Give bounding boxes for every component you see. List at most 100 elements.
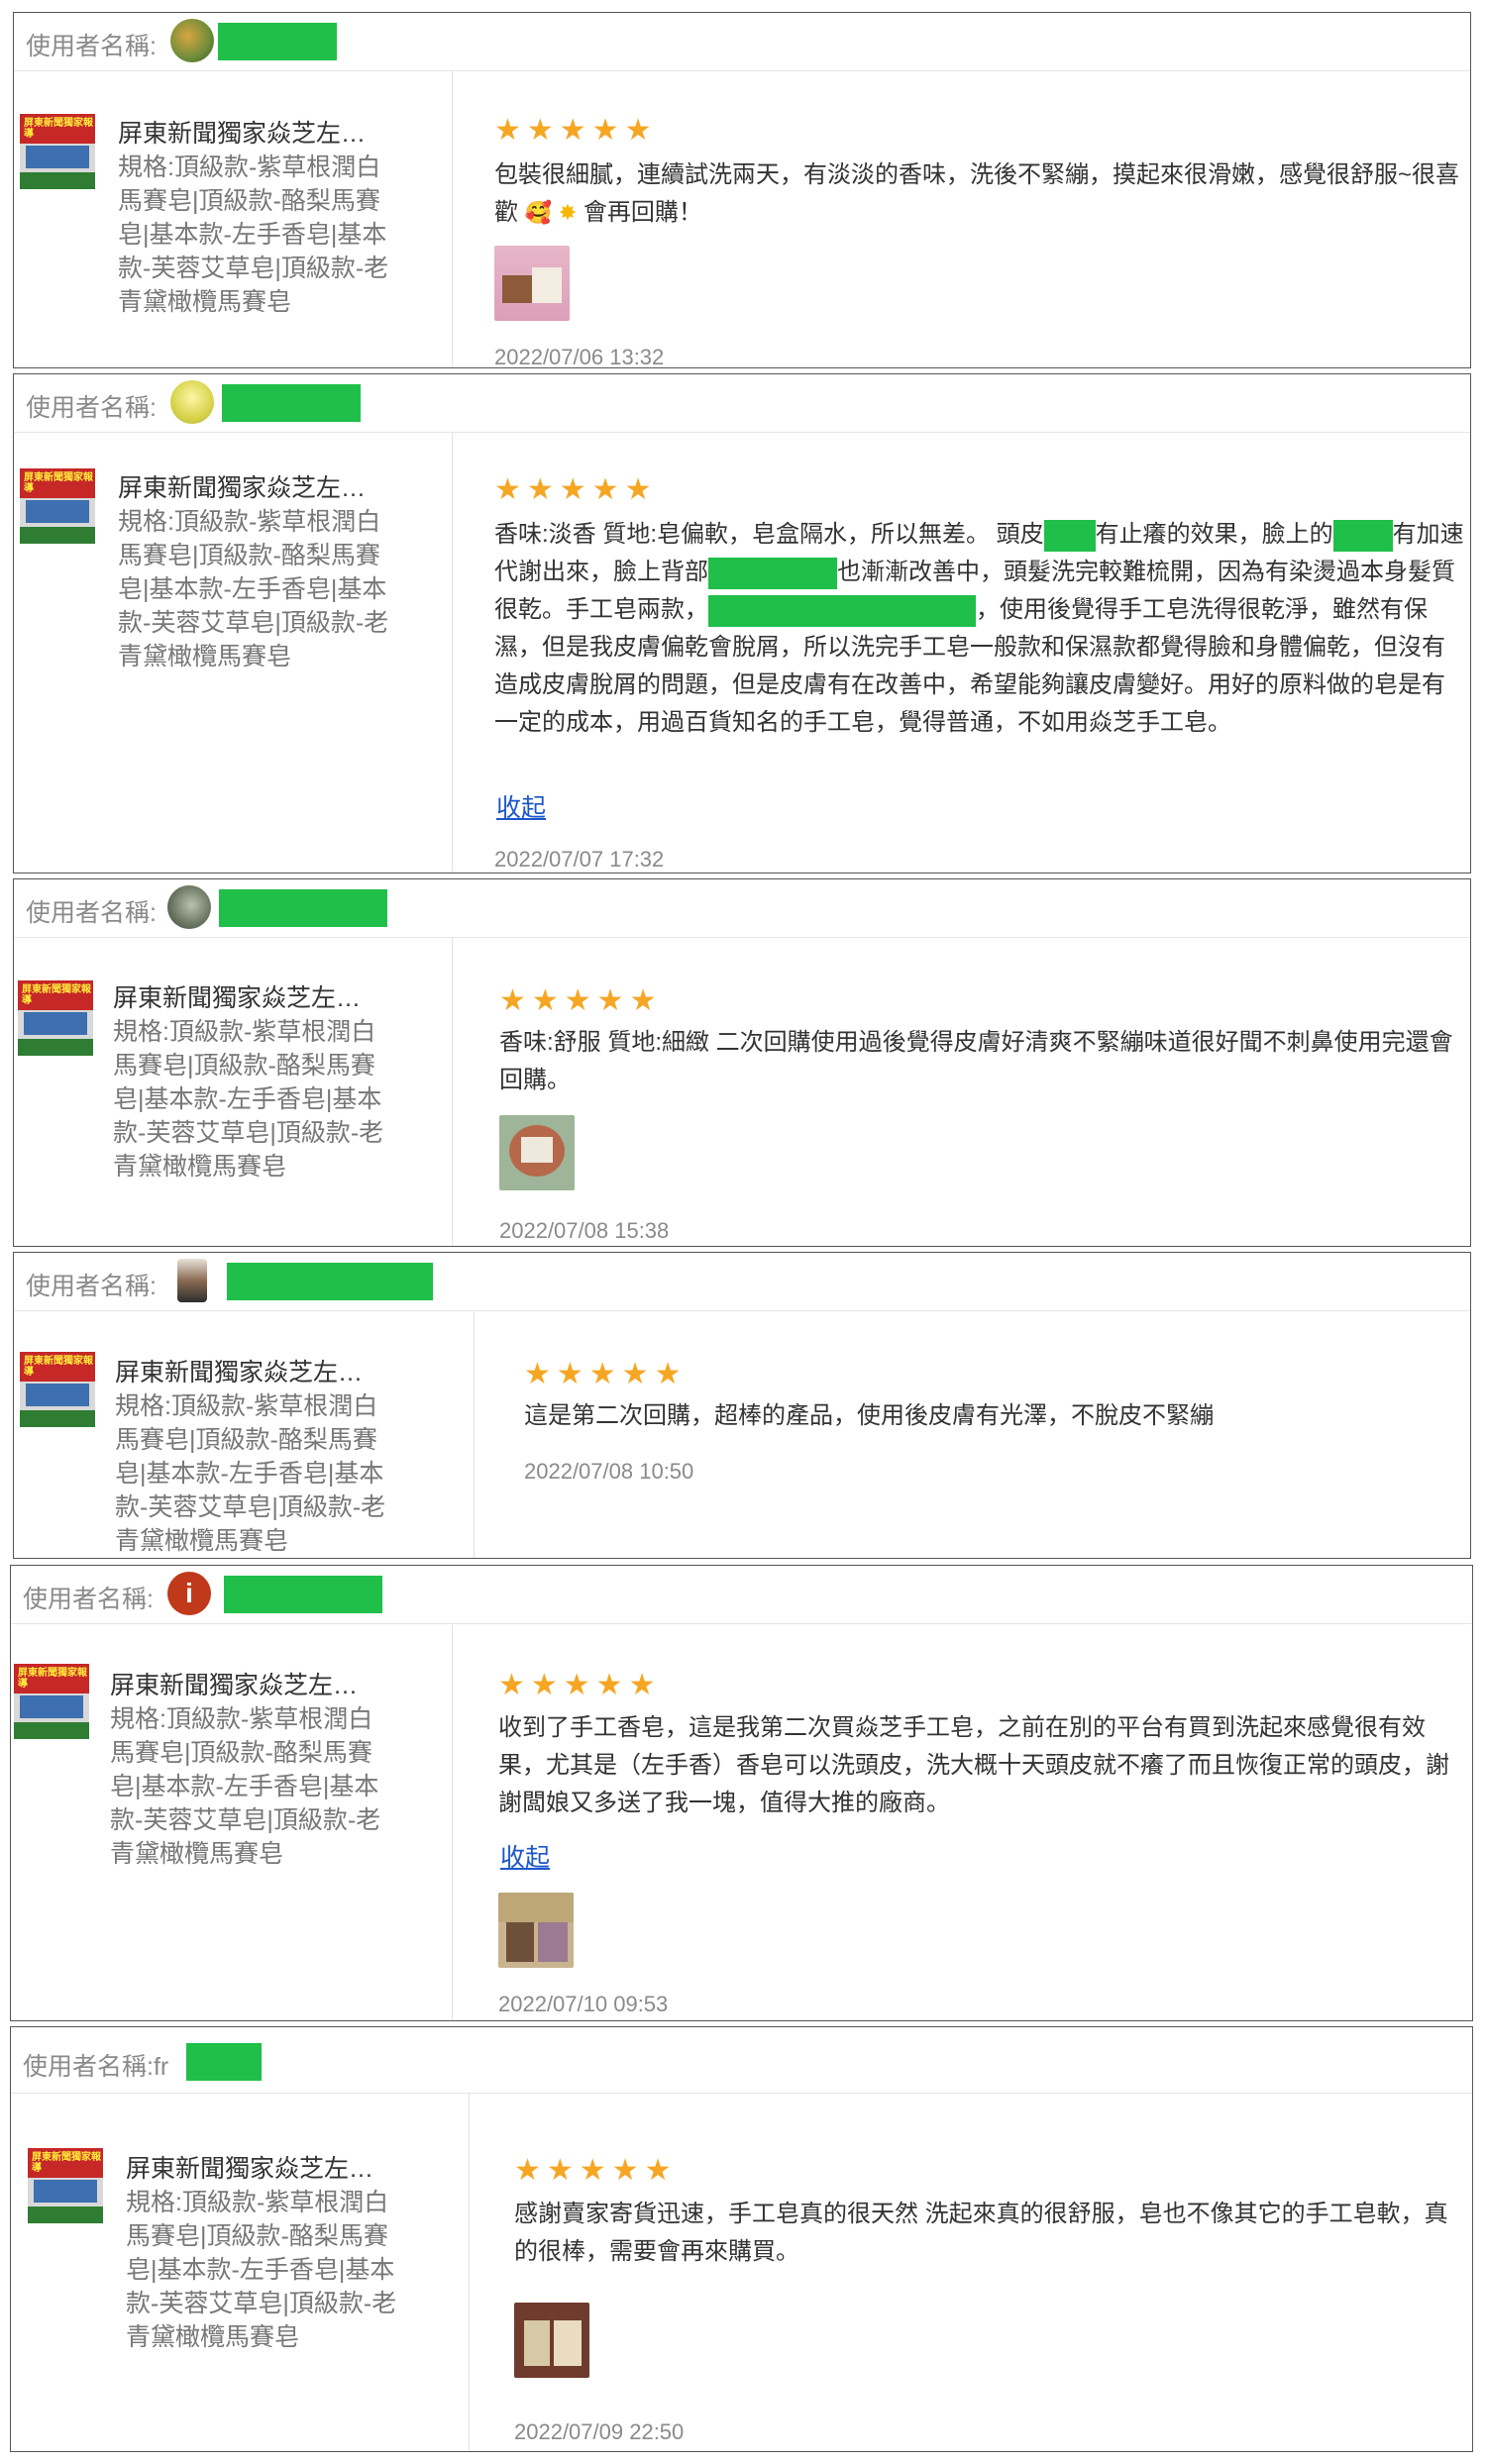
product-title[interactable]: 屏東新聞獨家焱芝左… (126, 2152, 413, 2186)
product-title[interactable]: 屏東新聞獨家焱芝左… (113, 981, 400, 1015)
review-card: 使用者名稱: 屏東新聞獨家報導 屏東新聞獨家焱芝左… 規格:頂級款-紫草根潤白馬… (13, 1252, 1471, 1559)
smiling-face-with-hearts-icon: 🥰 (524, 200, 553, 225)
review-date: 2022/07/07 17:32 (494, 847, 665, 872)
review-text: 收到了手工香皂，這是我第二次買焱芝手工皂，之前在別的平台有買到洗起來感覺很有效果… (498, 1714, 1449, 1816)
avatar[interactable] (177, 1259, 207, 1302)
text-redaction (708, 557, 837, 589)
rating-stars: ★★★★★ (494, 473, 658, 506)
avatar[interactable] (170, 380, 214, 424)
review-text: 這是第二次回購，超棒的產品，使用後皮膚有光澤，不脫皮不緊繃 (524, 1402, 1214, 1429)
text-redaction (708, 594, 976, 627)
avatar[interactable]: i (167, 1572, 211, 1615)
review-header: 使用者名稱: (14, 13, 1470, 71)
review-header: 使用者名稱: i (11, 1566, 1472, 1624)
avatar[interactable] (167, 885, 211, 929)
product-spec: 規格:頂級款-紫草根潤白馬賽皂|頂級款-酪梨馬賽皂|基本款-左手香皂|基本款-芙… (118, 508, 389, 670)
username-partial: fr (153, 2053, 169, 2081)
product-title[interactable]: 屏東新聞獨家焱芝左… (115, 1356, 402, 1389)
review-photo[interactable] (494, 246, 570, 321)
product-info: 屏東新聞獨家焱芝左… 規格:頂級款-紫草根潤白馬賽皂|頂級款-酪梨馬賽皂|基本款… (110, 1669, 397, 1871)
product-thumbnail[interactable]: 屏東新聞獨家報導 (18, 980, 93, 1056)
product-title[interactable]: 屏東新聞獨家焱芝左… (118, 117, 405, 151)
review-date: 2022/07/08 15:38 (499, 1218, 670, 1243)
review-header: 使用者名稱: (14, 374, 1470, 433)
product-spec: 規格:頂級款-紫草根潤白馬賽皂|頂級款-酪梨馬賽皂|基本款-左手香皂|基本款-芙… (113, 1018, 384, 1181)
username-label: 使用者名稱: (23, 1586, 154, 1613)
product-info: 屏東新聞獨家焱芝左… 規格:頂級款-紫草根潤白馬賽皂|頂級款-酪梨馬賽皂|基本款… (118, 117, 405, 319)
username-label: 使用者名稱:fr (23, 2047, 168, 2083)
product-info: 屏東新聞獨家焱芝左… 規格:頂級款-紫草根潤白馬賽皂|頂級款-酪梨馬賽皂|基本款… (113, 981, 400, 1183)
divider (452, 937, 453, 1246)
review-date: 2022/07/08 10:50 (524, 1459, 694, 1484)
product-thumbnail[interactable]: 屏東新聞獨家報導 (14, 1664, 89, 1739)
rating-stars: ★★★★★ (498, 1669, 662, 1701)
review-date: 2022/07/10 09:53 (498, 1992, 669, 2016)
text-redaction (1332, 519, 1393, 552)
rating-stars: ★★★★★ (514, 2154, 678, 2187)
username-label-text: 使用者名稱: (23, 2053, 154, 2081)
username-redaction (218, 23, 337, 60)
review-text: 感謝賣家寄貨迅速，手工皂真的很天然 洗起來真的很舒服，皂也不像其它的手工皂軟，真… (514, 2201, 1448, 2265)
product-spec: 規格:頂級款-紫草根潤白馬賽皂|頂級款-酪梨馬賽皂|基本款-左手香皂|基本款-芙… (126, 2189, 397, 2351)
review-text: 香味:淡香 質地:皂偏軟，皂盒隔水，所以無差。 頭皮 有止癢的效果，臉上的 有加速代… (494, 516, 1465, 742)
username-redaction (224, 1576, 382, 1613)
divider (452, 432, 453, 873)
review-photo[interactable] (499, 1115, 575, 1190)
review-header: 使用者名稱: (14, 1253, 1470, 1311)
product-thumbnail[interactable]: 屏東新聞獨家報導 (20, 1352, 95, 1427)
rating-stars: ★★★★★ (494, 114, 658, 147)
thumbnail-text: 屏東新聞獨家報導 (24, 472, 93, 494)
review-card: 使用者名稱: 屏東新聞獨家報導 屏東新聞獨家焱芝左… 規格:頂級款-紫草根潤白馬… (13, 878, 1471, 1247)
username-redaction (222, 384, 361, 422)
review-text-part: 會再回購！ (583, 199, 702, 226)
review-text: 包裝很細膩，連續試洗兩天，有淡淡的香味，洗後不緊繃，摸起來很滑嫩，感覺很舒服~很… (494, 156, 1465, 232)
username-label: 使用者名稱: (26, 899, 157, 927)
thumbnail-text: 屏東新聞獨家報導 (32, 2152, 101, 2174)
thumbnail-text: 屏東新聞獨家報導 (22, 984, 91, 1006)
divider (452, 70, 453, 367)
review-text-part: 有止癢的效果，臉上的 (1095, 521, 1333, 548)
review-date: 2022/07/06 13:32 (494, 345, 665, 368)
username-label: 使用者名稱: (26, 1273, 157, 1300)
text-redaction (1043, 519, 1096, 552)
username-redaction (186, 2043, 262, 2081)
thumbnail-text: 屏東新聞獨家報導 (24, 1356, 93, 1378)
avatar[interactable] (170, 19, 214, 62)
review-header: 使用者名稱: (14, 879, 1470, 938)
review-date: 2022/07/09 22:50 (514, 2419, 685, 2444)
review-card: 使用者名稱: 屏東新聞獨家報導 屏東新聞獨家焱芝左… 規格:頂級款-紫草根潤白馬… (13, 373, 1471, 873)
review-photo[interactable] (498, 1893, 574, 1968)
product-title[interactable]: 屏東新聞獨家焱芝左… (110, 1669, 397, 1702)
sparkle-icon: ✸ (558, 200, 578, 225)
collapse-link[interactable]: 收起 (496, 788, 546, 824)
username-redaction (227, 1263, 433, 1300)
divider (474, 1310, 475, 1558)
divider (469, 2093, 470, 2451)
product-info: 屏東新聞獨家焱芝左… 規格:頂級款-紫草根潤白馬賽皂|頂級款-酪梨馬賽皂|基本款… (115, 1356, 402, 1558)
product-title[interactable]: 屏東新聞獨家焱芝左… (118, 471, 405, 505)
avatar-letter: i (185, 1578, 193, 1608)
product-spec: 規格:頂級款-紫草根潤白馬賽皂|頂級款-酪梨馬賽皂|基本款-左手香皂|基本款-芙… (110, 1705, 381, 1868)
username-label: 使用者名稱: (26, 394, 157, 422)
product-spec: 規格:頂級款-紫草根潤白馬賽皂|頂級款-酪梨馬賽皂|基本款-左手香皂|基本款-芙… (118, 154, 389, 316)
product-thumbnail[interactable]: 屏東新聞獨家報導 (20, 114, 95, 189)
thumbnail-text: 屏東新聞獨家報導 (18, 1668, 87, 1690)
review-photo[interactable] (514, 2303, 589, 2378)
review-card: 使用者名稱: 屏東新聞獨家報導 屏東新聞獨家焱芝左… 規格:頂級款-紫草根潤白馬… (13, 12, 1471, 368)
review-text: 香味:舒服 質地:細緻 二次回購使用過後覺得皮膚好清爽不緊繃味道很好聞不刺鼻使用… (499, 1029, 1453, 1093)
product-thumbnail[interactable]: 屏東新聞獨家報導 (20, 468, 95, 544)
product-info: 屏東新聞獨家焱芝左… 規格:頂級款-紫草根潤白馬賽皂|頂級款-酪梨馬賽皂|基本款… (126, 2152, 413, 2354)
rating-stars: ★★★★★ (524, 1358, 688, 1390)
review-card: 使用者名稱:fr 屏東新聞獨家報導 屏東新聞獨家焱芝左… 規格:頂級款-紫草根潤… (10, 2026, 1473, 2452)
collapse-link[interactable]: 收起 (500, 1838, 550, 1874)
thumbnail-text: 屏東新聞獨家報導 (24, 118, 93, 140)
divider (452, 1623, 453, 2020)
product-info: 屏東新聞獨家焱芝左… 規格:頂級款-紫草根潤白馬賽皂|頂級款-酪梨馬賽皂|基本款… (118, 471, 405, 673)
rating-stars: ★★★★★ (499, 984, 663, 1017)
username-redaction (219, 889, 387, 927)
review-card: 使用者名稱: i 屏東新聞獨家報導 屏東新聞獨家焱芝左… 規格:頂級款-紫草根潤… (10, 1565, 1473, 2021)
review-header: 使用者名稱:fr (11, 2027, 1472, 2094)
product-thumbnail[interactable]: 屏東新聞獨家報導 (28, 2148, 103, 2223)
review-text-part: 香味:淡香 質地:皂偏軟，皂盒隔水，所以無差。 頭皮 (494, 521, 1044, 548)
product-spec: 規格:頂級款-紫草根潤白馬賽皂|頂級款-酪梨馬賽皂|基本款-左手香皂|基本款-芙… (115, 1392, 386, 1555)
